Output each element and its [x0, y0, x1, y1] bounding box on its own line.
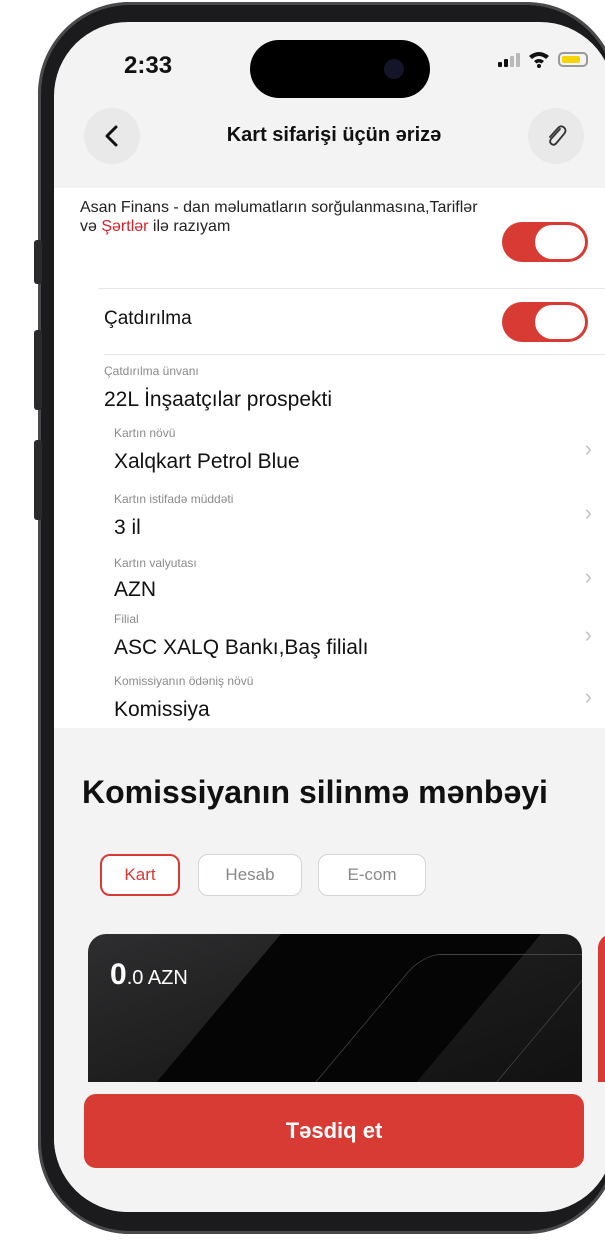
chevron-right-icon: ›	[584, 500, 592, 525]
divider	[98, 288, 605, 289]
section-title: Komissiyanın silinmə mənbəyi	[82, 774, 548, 810]
page-title: Kart sifarişi üçün ərizə	[226, 124, 442, 146]
consent-toggle[interactable]	[502, 222, 588, 262]
wifi-icon	[529, 52, 549, 68]
status-time: 2:33	[124, 52, 173, 79]
signal-icon	[498, 51, 520, 67]
battery-icon	[558, 51, 588, 67]
volume-down-button	[34, 440, 42, 520]
status-icons	[498, 50, 588, 68]
confirm-button[interactable]: Təsdiq et	[84, 1094, 584, 1168]
dynamic-island	[250, 40, 430, 98]
terms-link[interactable]: Şərtlər	[101, 218, 148, 235]
attach-button[interactable]	[528, 108, 584, 164]
chevron-right-icon: ›	[584, 564, 592, 589]
mute-switch	[34, 240, 42, 284]
chevron-right-icon: ›	[584, 684, 592, 709]
divider	[104, 354, 605, 355]
camera-icon	[384, 59, 404, 79]
screen: 2:33 Kart sifarişi üçün ərizə Asan Finan…	[54, 22, 605, 1212]
card-balance: 0.0 AZN	[110, 958, 188, 991]
paperclip-icon	[549, 125, 567, 146]
tab-e-com[interactable]: E-com	[318, 854, 426, 896]
consent-text: Asan Finans - dan məlumatların sorğulanm…	[80, 199, 478, 235]
delivery-label: Çatdırılma	[104, 308, 192, 329]
tab-hesab[interactable]: Hesab	[198, 854, 302, 896]
chevron-right-icon: ›	[584, 436, 592, 461]
chevron-right-icon: ›	[584, 622, 592, 647]
tab-kart[interactable]: Kart	[100, 854, 180, 896]
delivery-toggle[interactable]	[502, 302, 588, 342]
volume-up-button	[34, 330, 42, 410]
